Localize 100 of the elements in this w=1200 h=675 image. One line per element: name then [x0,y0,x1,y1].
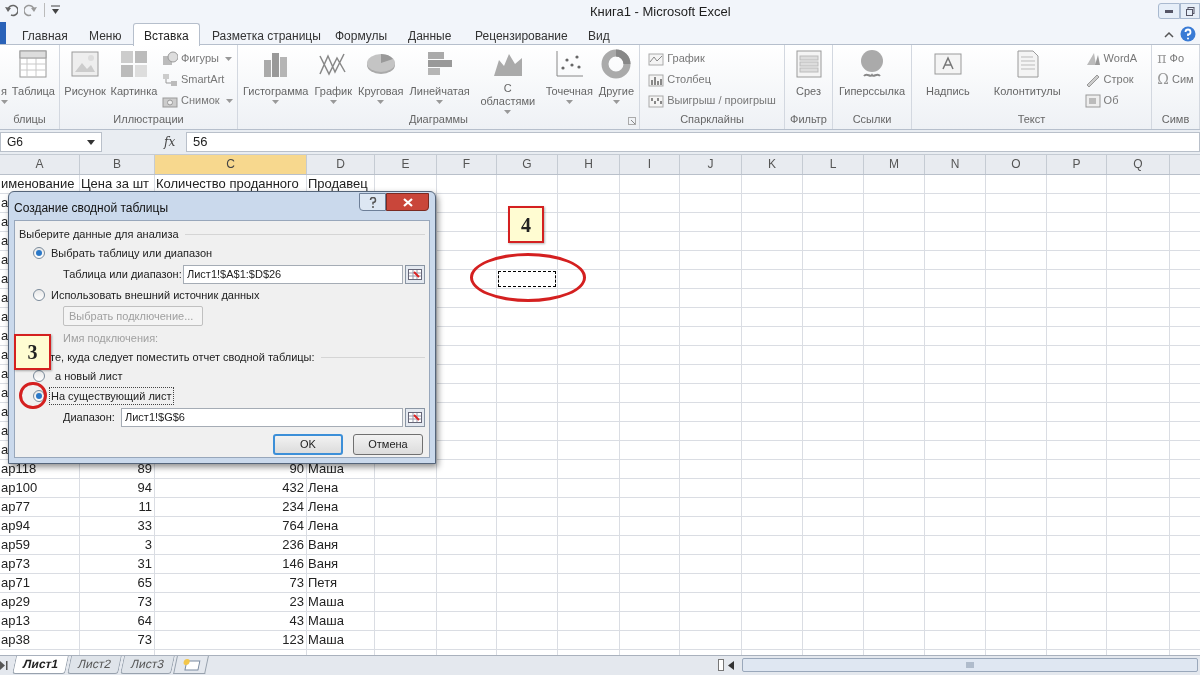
ribbon-button[interactable]: я [0,48,8,106]
ribbon-button[interactable]: Гиперссылка [838,48,906,98]
ribbon-button[interactable]: Срез [792,48,825,98]
sparkline-columns-icon [648,71,665,88]
close-button[interactable] [386,193,429,211]
ribbon-button[interactable]: Столбец [648,71,776,88]
range-input[interactable]: Лист1!$A$1:$D$26 [183,264,403,284]
group-label: Текст [1017,112,1046,127]
radio-button[interactable] [33,370,45,382]
dialog-button[interactable]: OK [273,434,343,455]
ribbon-button[interactable]: Гистограмма [242,48,309,106]
table-cell: 764 [155,517,307,535]
dropdown-icon [87,139,95,145]
ribbon-tab[interactable]: Формулы [335,23,388,45]
table-cell: 236 [155,536,307,554]
ribbon-button[interactable]: Другие [598,48,634,106]
scrollbar-thumb[interactable] [742,658,1198,672]
restore-button[interactable] [1180,3,1200,19]
group-label: Фильтр [790,112,827,127]
minimize-button[interactable] [1158,3,1180,19]
ribbon-tab[interactable]: Данные [408,23,452,45]
ribbon-button[interactable]: Картинка [110,48,158,98]
redo-icon [24,3,38,17]
split-handle[interactable] [718,659,724,671]
column-header[interactable]: M [864,155,925,174]
table-cell: 31 [80,555,155,573]
range-input[interactable]: Лист1!$G$6 [121,407,403,427]
ribbon-button[interactable]: Ω Сим [1157,71,1194,88]
ribbon-button[interactable]: С областями [475,48,540,116]
range-picker-icon [408,268,422,280]
picture-icon [69,48,102,80]
ribbon-button[interactable]: Колонтитулы [993,48,1061,98]
ribbon-tab[interactable]: Вставка [133,23,200,46]
donut-chart-icon [600,48,633,80]
column-header[interactable]: I [620,155,680,174]
ribbon-button[interactable]: Надпись [925,48,970,98]
insert-function-button[interactable]: fx [164,133,186,151]
column-header[interactable]: D [307,155,375,174]
ribbon-button[interactable]: Рисунок [64,48,106,98]
dialog-launcher-icon[interactable] [628,117,636,125]
ribbon-tab[interactable]: Меню [89,23,122,45]
column-header[interactable]: G [497,155,558,174]
ribbon-tab[interactable]: Рецензирование [475,23,568,45]
column-header[interactable]: O [986,155,1047,174]
column-header[interactable]: E [375,155,437,174]
column-header[interactable]: A [0,155,80,174]
group-label: Иллюстрации [113,112,184,127]
column-header[interactable]: J [680,155,742,174]
ribbon-button[interactable]: Точечная [545,48,593,106]
ribbon-tab[interactable]: Вид [588,23,610,45]
help-button[interactable] [359,193,386,211]
table-cell: 3 [80,536,155,554]
ribbon-button[interactable]: Выигрыш / проигрыш [648,92,776,109]
name-box-value[interactable]: G6 [7,133,23,151]
column-header[interactable]: L [803,155,864,174]
ribbon-tab[interactable]: Главная [22,23,68,45]
dialog-button[interactable]: Отмена [353,434,423,455]
restore-icon [1185,6,1195,16]
column-header[interactable]: Q [1107,155,1170,174]
ribbon-button[interactable]: π Фо [1157,50,1194,67]
table-cell: 11 [80,498,155,516]
ribbon-button[interactable]: SmartArt [162,71,233,88]
ribbon-button[interactable]: График [314,48,353,106]
ribbon-button[interactable]: Строк [1084,71,1138,88]
table-cell: 94 [80,479,155,497]
ribbon-button[interactable]: Таблица [11,48,55,98]
table-cell: 43 [155,612,307,630]
sheet-tab[interactable]: Лист3 [119,656,175,674]
radio-button[interactable] [33,247,45,259]
column-header[interactable]: C [155,155,307,174]
table-cell: 64 [80,612,155,630]
formula-input[interactable]: 56 [186,132,1200,152]
table-cell: 73 [80,593,155,611]
scatter-chart-icon [553,48,586,80]
ribbon-button[interactable]: Снимок [162,92,233,109]
range-select-button[interactable] [405,407,425,427]
group-label: блицы [13,112,46,127]
ribbon-button[interactable]: Линейчатая [409,48,470,106]
sheet-tab[interactable]: Лист1 [12,656,69,674]
sheet-tab[interactable]: Лист2 [67,656,122,674]
table-cell: 73 [155,574,307,592]
radio-button[interactable] [33,289,45,301]
ribbon-tab[interactable]: Разметка страницы [212,23,321,45]
group-label: Симв [1161,112,1190,127]
ribbon-button[interactable]: Круговая [358,48,404,106]
ribbon-button[interactable]: Фигуры [162,50,233,67]
ribbon-button[interactable]: WordA [1084,50,1138,67]
range-select-button[interactable] [405,264,425,284]
table-cell: ар77 [0,498,80,516]
column-header[interactable]: H [558,155,620,174]
column-header[interactable]: F [437,155,497,174]
column-header[interactable]: N [925,155,986,174]
range-picker-icon [408,411,422,423]
column-header[interactable]: P [1047,155,1107,174]
column-header[interactable]: K [742,155,803,174]
symbol-glyph: Ω [1157,70,1169,89]
ribbon-button[interactable]: График [648,50,776,67]
radio-button[interactable] [33,390,45,402]
customize-icon [51,5,60,15]
ribbon-button[interactable]: Об [1084,92,1138,109]
